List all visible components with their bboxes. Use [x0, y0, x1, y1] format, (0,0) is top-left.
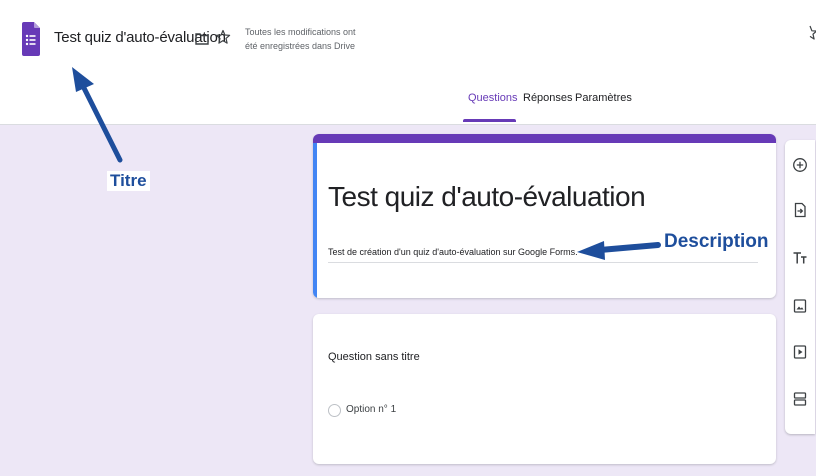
form-accent-bar [313, 134, 776, 143]
tab-settings[interactable]: Paramètres [575, 92, 632, 104]
active-tab-indicator [463, 119, 516, 122]
add-section-icon[interactable] [792, 391, 808, 407]
add-title-icon[interactable] [792, 250, 808, 266]
form-description[interactable]: Test de création d'un quiz d'auto-évalua… [328, 247, 578, 257]
option-label[interactable]: Option n° 1 [346, 404, 396, 415]
star-icon[interactable] [215, 29, 231, 45]
description-underline [328, 262, 758, 263]
save-status-line-1: Toutes les modifications ont [245, 27, 356, 37]
form-title-card[interactable]: Test quiz d'auto-évaluation Test de créa… [313, 134, 776, 298]
import-questions-icon[interactable] [792, 202, 808, 218]
question-title[interactable]: Question sans titre [328, 351, 420, 363]
tab-responses[interactable]: Réponses [523, 92, 573, 104]
annotation-titre-label: Titre [107, 171, 150, 191]
save-status: Toutes les modifications ont été enregis… [245, 25, 356, 53]
app-header: Test quiz d'auto-évaluation Toutes les m… [0, 0, 816, 125]
folder-icon[interactable] [195, 32, 209, 45]
google-forms-icon[interactable] [22, 22, 40, 56]
customize-theme-icon[interactable] [802, 24, 816, 42]
form-title[interactable]: Test quiz d'auto-évaluation [328, 181, 646, 213]
annotation-description-label: Description [661, 231, 772, 253]
add-question-icon[interactable] [792, 157, 808, 173]
add-video-icon[interactable] [792, 344, 808, 360]
question-card[interactable]: Question sans titre Option n° 1 [313, 314, 776, 464]
radio-button[interactable] [328, 404, 341, 417]
tab-questions[interactable]: Questions [468, 92, 518, 104]
floating-toolbar [785, 140, 815, 434]
tab-bar: Questions Réponses Paramètres [0, 92, 816, 122]
add-image-icon[interactable] [792, 298, 808, 314]
focus-indicator [313, 143, 317, 298]
save-status-line-2: été enregistrées dans Drive [245, 41, 356, 51]
